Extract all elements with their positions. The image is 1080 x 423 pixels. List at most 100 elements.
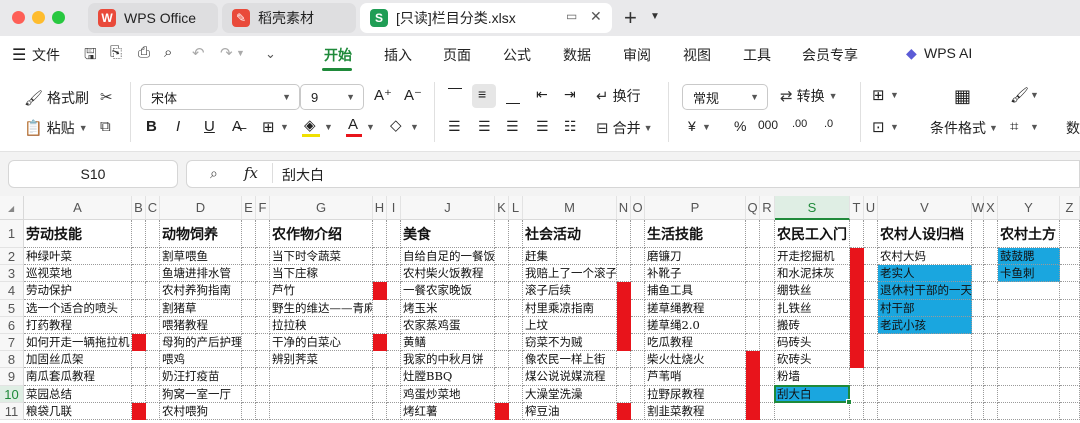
red-marker-cell[interactable]: [746, 368, 760, 386]
table-cell[interactable]: 农家蒸鸡蛋: [401, 316, 495, 334]
table-cell[interactable]: [998, 351, 1060, 369]
row-header-6[interactable]: 6: [0, 316, 24, 334]
print-preview-icon[interactable]: ⌕: [164, 44, 172, 61]
empty-cell[interactable]: [256, 248, 270, 266]
table-cell[interactable]: 砍砖头: [775, 351, 850, 369]
tab-spreadsheet[interactable]: S [只读]栏目分类.xlsx ▭ ✕: [360, 3, 612, 33]
table-cell[interactable]: 烤红薯: [401, 402, 495, 420]
empty-cell[interactable]: [509, 299, 523, 317]
column-header-t[interactable]: T: [850, 196, 864, 220]
red-marker-cell[interactable]: [132, 402, 146, 420]
column-header-f[interactable]: F: [256, 196, 270, 220]
empty-cell[interactable]: [132, 368, 146, 386]
column-header-w[interactable]: W: [972, 196, 984, 220]
column-header-k[interactable]: K: [495, 196, 509, 220]
table-cell[interactable]: 磨镰刀: [645, 248, 746, 266]
empty-cell[interactable]: [387, 316, 401, 334]
column-header-g[interactable]: G: [270, 196, 373, 220]
table-cell[interactable]: [998, 282, 1060, 300]
empty-cell[interactable]: [1060, 299, 1080, 317]
table-cell[interactable]: 拉野尿教程: [645, 385, 746, 403]
empty-cell[interactable]: [373, 402, 387, 420]
table-cell[interactable]: 村里乘凉指南: [523, 299, 617, 317]
decrease-decimal-icon[interactable]: .0: [824, 118, 833, 130]
number-format-select[interactable]: 常规 ▼: [682, 84, 768, 110]
empty-cell[interactable]: [1060, 248, 1080, 266]
empty-cell[interactable]: [972, 299, 984, 317]
red-marker-cell[interactable]: [617, 316, 631, 334]
table-cell[interactable]: 村干部: [878, 299, 972, 317]
empty-cell[interactable]: [984, 265, 998, 283]
empty-cell[interactable]: [146, 220, 160, 248]
empty-cell[interactable]: [495, 351, 509, 369]
chevron-down-icon[interactable]: ▼: [1030, 90, 1039, 100]
table-cell[interactable]: 煤公说说媒流程: [523, 368, 617, 386]
increase-font-icon[interactable]: A⁺: [374, 86, 392, 104]
tab-data[interactable]: 数据: [563, 45, 591, 65]
empty-cell[interactable]: [1060, 368, 1080, 386]
empty-cell[interactable]: [495, 316, 509, 334]
empty-cell[interactable]: [746, 248, 760, 266]
table-cell[interactable]: 芦苇哨: [645, 368, 746, 386]
empty-cell[interactable]: [984, 299, 998, 317]
empty-cell[interactable]: [256, 220, 270, 248]
table-cell[interactable]: [878, 402, 972, 420]
empty-cell[interactable]: [509, 282, 523, 300]
empty-cell[interactable]: [146, 385, 160, 403]
chevron-down-icon[interactable]: ▼: [366, 122, 375, 132]
row-header-11[interactable]: 11: [0, 402, 24, 420]
empty-cell[interactable]: [387, 368, 401, 386]
table-cell[interactable]: 搬砖: [775, 316, 850, 334]
align-left-icon[interactable]: ☰: [448, 118, 461, 135]
empty-cell[interactable]: [984, 316, 998, 334]
empty-cell[interactable]: [373, 299, 387, 317]
column-title-cell[interactable]: 美食: [401, 220, 495, 248]
empty-cell[interactable]: [984, 220, 998, 248]
table-cell[interactable]: 我家的中秋月饼: [401, 351, 495, 369]
font-color-icon[interactable]: A: [348, 116, 358, 133]
empty-cell[interactable]: [760, 385, 775, 403]
empty-cell[interactable]: [256, 385, 270, 403]
column-header-v[interactable]: V: [878, 196, 972, 220]
column-header-q[interactable]: Q: [746, 196, 760, 220]
empty-cell[interactable]: [256, 282, 270, 300]
empty-cell[interactable]: [256, 265, 270, 283]
empty-cell[interactable]: [631, 265, 645, 283]
table-cell[interactable]: [998, 402, 1060, 420]
column-title-cell[interactable]: 生活技能: [645, 220, 746, 248]
red-marker-cell[interactable]: [373, 282, 387, 300]
empty-cell[interactable]: [242, 220, 256, 248]
empty-cell[interactable]: [242, 368, 256, 386]
table-cell[interactable]: 喂猪教程: [160, 316, 242, 334]
empty-cell[interactable]: [242, 265, 256, 283]
empty-cell[interactable]: [864, 282, 878, 300]
column-header-n[interactable]: N: [617, 196, 631, 220]
table-cell[interactable]: 当下时令蔬菜: [270, 248, 373, 266]
empty-cell[interactable]: [373, 351, 387, 369]
new-tab-button[interactable]: +: [624, 5, 637, 31]
font-name-select[interactable]: 宋体 ▼: [140, 84, 300, 110]
empty-cell[interactable]: [972, 402, 984, 420]
underline-icon[interactable]: U: [204, 118, 215, 135]
empty-cell[interactable]: [509, 334, 523, 352]
empty-cell[interactable]: [1060, 351, 1080, 369]
strikethrough-icon[interactable]: A̶: [232, 118, 242, 135]
empty-cell[interactable]: [495, 282, 509, 300]
column-header-i[interactable]: I: [387, 196, 401, 220]
empty-cell[interactable]: [132, 299, 146, 317]
clear-format-icon[interactable]: ◇: [390, 116, 402, 134]
empty-cell[interactable]: [617, 248, 631, 266]
select-all-corner[interactable]: ◢: [0, 196, 24, 220]
empty-cell[interactable]: [387, 299, 401, 317]
column-header-a[interactable]: A: [24, 196, 132, 220]
table-cell[interactable]: 当下庄稼: [270, 265, 373, 283]
table-cell[interactable]: 柴火灶烧火: [645, 351, 746, 369]
empty-cell[interactable]: [256, 299, 270, 317]
empty-cell[interactable]: [242, 248, 256, 266]
table-cell[interactable]: 大澡堂洗澡: [523, 385, 617, 403]
empty-cell[interactable]: [146, 368, 160, 386]
table-cell[interactable]: 选一个适合的喷头: [24, 299, 132, 317]
column-header-e[interactable]: E: [242, 196, 256, 220]
zoom-window-icon[interactable]: [52, 11, 65, 24]
red-marker-cell[interactable]: [746, 402, 760, 420]
